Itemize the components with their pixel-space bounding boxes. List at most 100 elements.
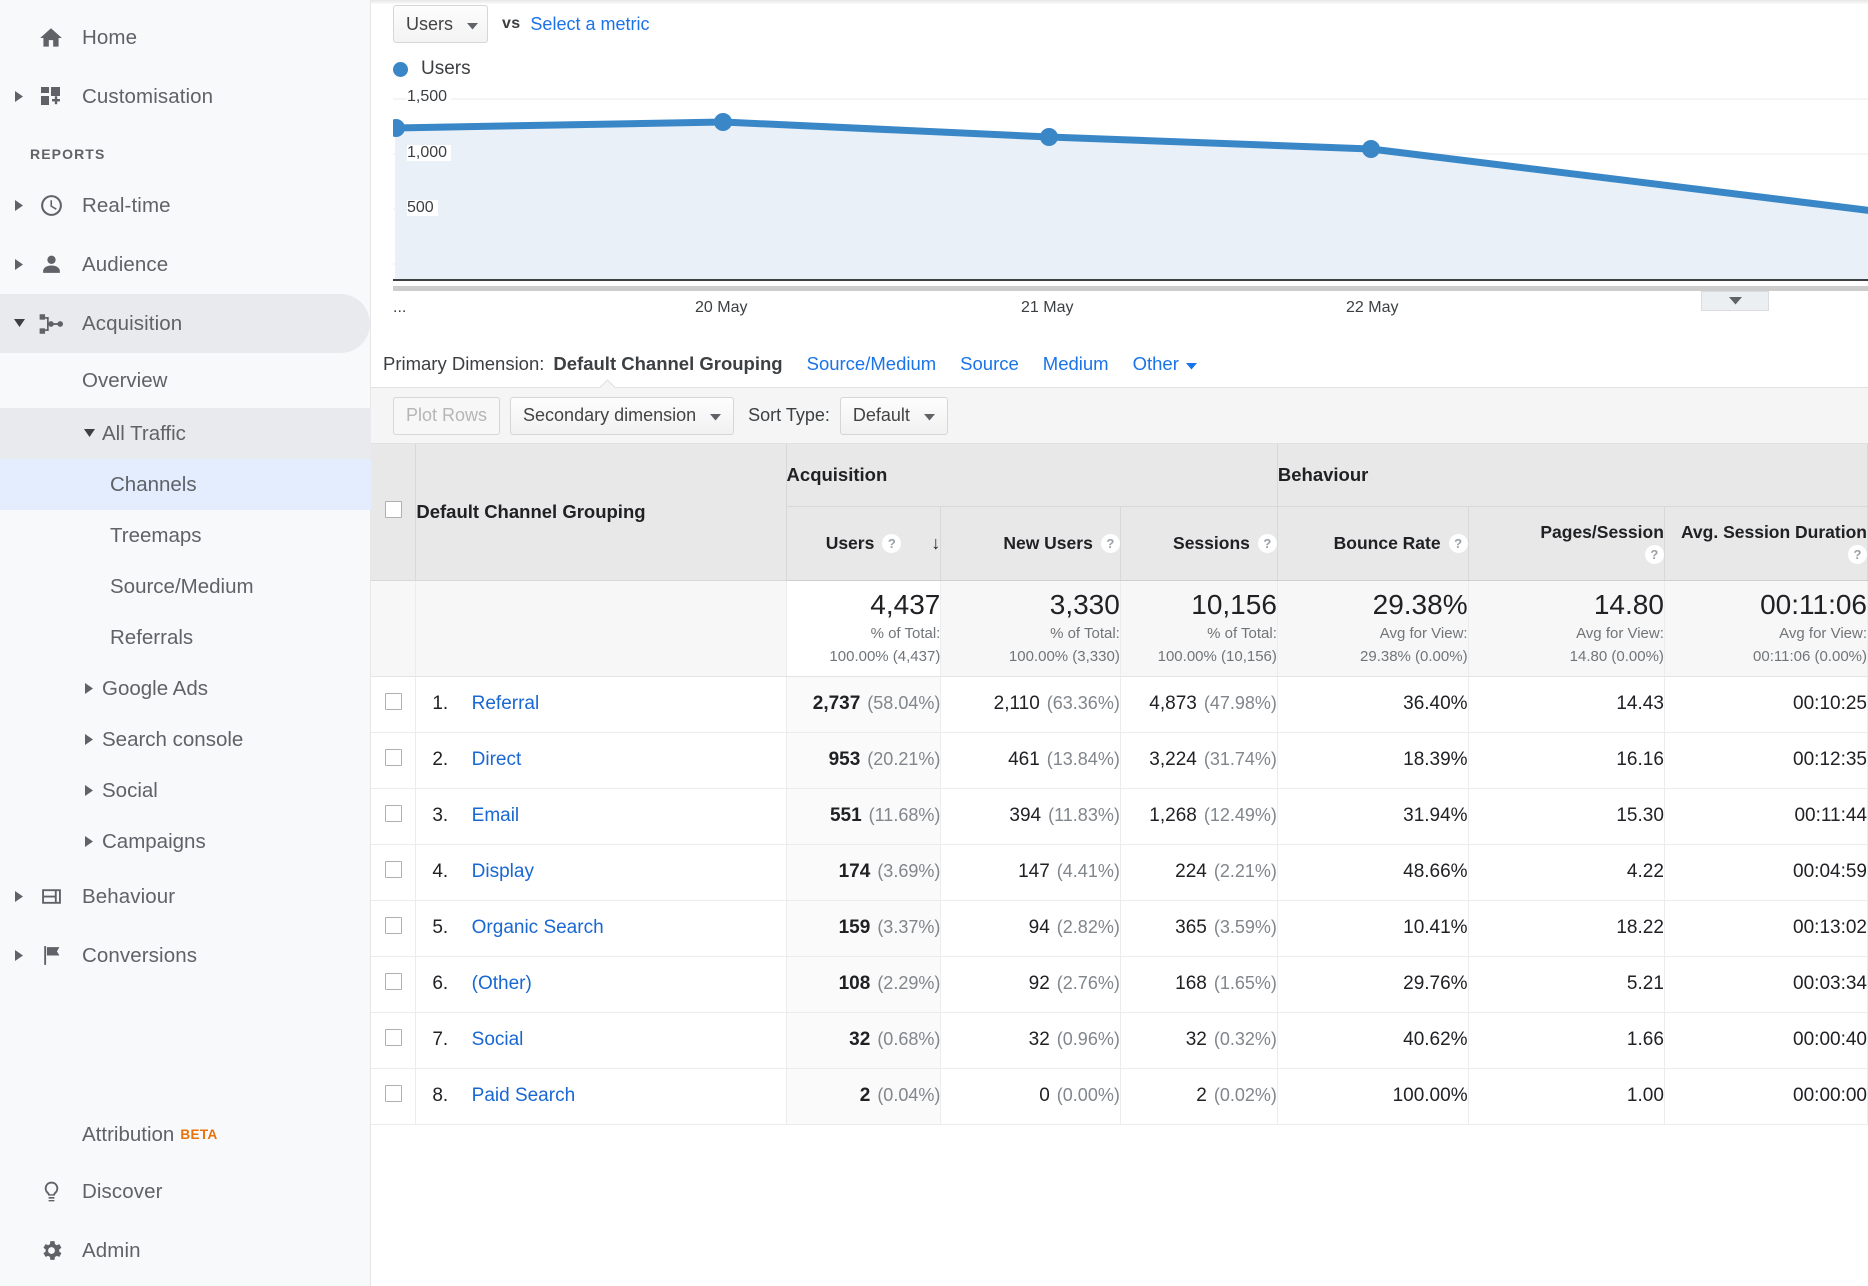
table-row[interactable]: 7. Social 32(0.68%) 32(0.96%) 32(0.32%) …	[371, 1012, 1868, 1068]
column-header-users[interactable]: Users ? ↓	[786, 506, 941, 580]
row-checkbox[interactable]	[385, 1085, 402, 1102]
row-checkbox[interactable]	[385, 917, 402, 934]
primary-dimension-source[interactable]: Source	[960, 353, 1019, 375]
row-users-pct: (3.69%)	[877, 861, 940, 881]
sidebar-item-search-console[interactable]: Search console	[0, 714, 370, 765]
sidebar-item-discover[interactable]: Discover	[0, 1162, 371, 1221]
column-header-sessions[interactable]: Sessions ?	[1120, 506, 1277, 580]
row-dimension-link[interactable]: Organic Search	[472, 917, 604, 938]
sidebar-item-google-ads[interactable]: Google Ads	[0, 663, 370, 714]
table-row[interactable]: 5. Organic Search 159(3.37%) 94(2.82%) 3…	[371, 900, 1868, 956]
sidebar-item-label: Real-time	[82, 194, 171, 218]
secondary-dimension-button[interactable]: Secondary dimension	[510, 397, 734, 435]
table-row[interactable]: 6. (Other) 108(2.29%) 92(2.76%) 168(1.65…	[371, 956, 1868, 1012]
analytics-app: Home Customisation REPORTS Real-time	[0, 0, 1868, 1286]
row-rank: 7.	[432, 1029, 466, 1051]
sort-type-select[interactable]: Default	[840, 397, 948, 435]
summary-new-users-sub2: 100.00% (3,330)	[941, 647, 1119, 667]
sidebar-item-channels[interactable]: Channels	[0, 459, 371, 510]
table-row[interactable]: 1. Referral 2,737(58.04%) 2,110(63.36%) …	[371, 676, 1868, 732]
row-dimension-link[interactable]: Direct	[472, 749, 522, 770]
row-checkbox[interactable]	[385, 693, 402, 710]
row-users: 551(11.68%)	[786, 788, 941, 844]
dimension-header[interactable]: Default Channel Grouping	[416, 444, 786, 580]
sidebar-item-admin[interactable]: Admin	[0, 1221, 371, 1280]
table-row[interactable]: 3. Email 551(11.68%) 394(11.83%) 1,268(1…	[371, 788, 1868, 844]
row-avg-session-duration: 00:03:34	[1664, 956, 1867, 1012]
help-icon[interactable]: ?	[1449, 534, 1468, 553]
row-users: 953(20.21%)	[786, 732, 941, 788]
help-icon[interactable]: ?	[1848, 545, 1867, 564]
sidebar-item-customisation[interactable]: Customisation	[0, 67, 370, 126]
row-checkbox[interactable]	[385, 973, 402, 990]
row-sessions-pct: (1.65%)	[1214, 973, 1277, 993]
help-icon[interactable]: ?	[1645, 545, 1664, 564]
row-sessions-pct: (47.98%)	[1204, 693, 1277, 713]
table-row[interactable]: 4. Display 174(3.69%) 147(4.41%) 224(2.2…	[371, 844, 1868, 900]
row-avg-session-duration: 00:12:35	[1664, 732, 1867, 788]
table-row[interactable]: 8. Paid Search 2(0.04%) 0(0.00%) 2(0.02%…	[371, 1068, 1868, 1124]
help-icon[interactable]: ?	[1258, 534, 1277, 553]
column-header-pages-session[interactable]: Pages/Session ?	[1468, 506, 1664, 580]
sidebar-item-conversions[interactable]: Conversions	[0, 926, 370, 985]
row-dimension-link[interactable]: Social	[472, 1029, 524, 1050]
y-tick-label: 1,000	[407, 145, 451, 161]
chevron-down-icon	[467, 14, 478, 35]
sidebar-item-attribution[interactable]: Attribution BETA	[0, 1107, 371, 1162]
table-row[interactable]: 2. Direct 953(20.21%) 461(13.84%) 3,224(…	[371, 732, 1868, 788]
x-tick-label: ...	[393, 299, 406, 317]
row-new-users-value: 94	[1029, 917, 1050, 938]
help-icon[interactable]: ?	[1101, 534, 1120, 553]
select-a-metric-link[interactable]: Select a metric	[530, 14, 649, 35]
sidebar-item-social[interactable]: Social	[0, 765, 370, 816]
summary-avg-session-duration-value: 00:11:06	[1665, 589, 1867, 621]
help-icon[interactable]: ?	[882, 534, 901, 553]
primary-dimension-medium[interactable]: Medium	[1043, 353, 1109, 375]
summary-avg-session-duration-sub2: 00:11:06 (0.00%)	[1665, 647, 1867, 667]
plot-rows-button[interactable]: Plot Rows	[393, 397, 500, 435]
row-new-users-value: 461	[1008, 749, 1040, 770]
row-dimension-cell: 4. Display	[416, 844, 786, 900]
column-header-avg-session-duration[interactable]: Avg. Session Duration ?	[1664, 506, 1867, 580]
sidebar-item-campaigns[interactable]: Campaigns	[0, 816, 370, 867]
chevron-right-icon	[78, 678, 100, 700]
sidebar-item-referrals[interactable]: Referrals	[0, 612, 370, 663]
sidebar-item-audience[interactable]: Audience	[0, 235, 370, 294]
row-dimension-link[interactable]: Paid Search	[472, 1085, 576, 1106]
sidebar-item-label: Conversions	[82, 944, 197, 968]
sidebar-item-all-traffic[interactable]: All Traffic	[0, 408, 371, 459]
row-dimension-link[interactable]: Email	[472, 805, 520, 826]
row-avg-session-duration: 00:00:00	[1664, 1068, 1867, 1124]
sidebar-item-behaviour[interactable]: Behaviour	[0, 867, 370, 926]
metric-select[interactable]: Users	[393, 5, 488, 43]
caret-spacer	[8, 1181, 30, 1203]
row-dimension-link[interactable]: Referral	[472, 693, 540, 714]
chart-scroll-track[interactable]	[393, 286, 1868, 291]
sort-arrow-icon[interactable]: ↓	[931, 533, 940, 554]
sidebar-item-source-medium[interactable]: Source/Medium	[0, 561, 370, 612]
chart-scroll-handle[interactable]	[1701, 291, 1769, 311]
row-checkbox[interactable]	[385, 1029, 402, 1046]
row-new-users-pct: (4.41%)	[1057, 861, 1120, 881]
sidebar-item-treemaps[interactable]: Treemaps	[0, 510, 370, 561]
row-checkbox[interactable]	[385, 749, 402, 766]
column-header-new-users[interactable]: New Users ?	[941, 506, 1120, 580]
row-sessions-pct: (0.02%)	[1214, 1085, 1277, 1105]
row-dimension-link[interactable]: Display	[472, 861, 534, 882]
sidebar-item-acquisition[interactable]: Acquisition	[0, 294, 370, 353]
row-bounce-rate: 10.41%	[1277, 900, 1468, 956]
row-rank: 8.	[432, 1085, 466, 1107]
primary-dimension-source-medium[interactable]: Source/Medium	[807, 353, 937, 375]
row-pages-session: 16.16	[1468, 732, 1664, 788]
column-header-bounce-rate[interactable]: Bounce Rate ?	[1277, 506, 1468, 580]
select-all-checkbox[interactable]	[385, 501, 402, 518]
sidebar-item-real-time[interactable]: Real-time	[0, 176, 370, 235]
primary-dimension-other[interactable]: Other	[1133, 353, 1197, 375]
row-dimension-link[interactable]: (Other)	[472, 973, 532, 994]
column-header-bounce-rate-label: Bounce Rate	[1334, 533, 1441, 554]
sidebar-item-home[interactable]: Home	[0, 8, 370, 67]
sidebar-item-label: Source/Medium	[110, 575, 254, 599]
row-checkbox[interactable]	[385, 805, 402, 822]
row-checkbox[interactable]	[385, 861, 402, 878]
sidebar-item-overview[interactable]: Overview	[0, 353, 370, 408]
